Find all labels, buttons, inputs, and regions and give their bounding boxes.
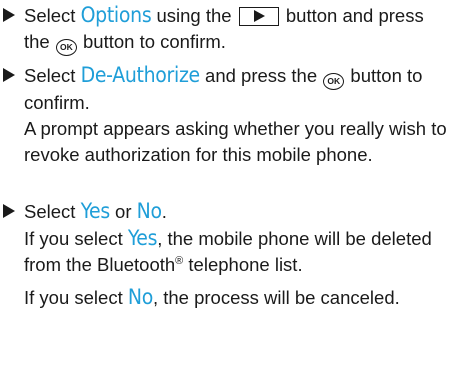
step-text-segment: , the process will be canceled. [152, 287, 400, 308]
highlight-yes: Yes [80, 199, 111, 223]
step-instruction: Select Yes or No. [24, 198, 454, 225]
step-text-segment: Select [24, 5, 81, 26]
step-text-segment: Select [24, 201, 81, 222]
highlight-options: Options [80, 3, 152, 27]
step-text-segment: . [161, 201, 167, 222]
step-text-segment: and press the [199, 65, 323, 86]
step-select-yes-or-no: Select Yes or No. If you select Yes, the… [0, 198, 460, 311]
step-instruction: Select De-Authorize and press the OK but… [24, 62, 454, 116]
step-text-segment: Select [24, 65, 81, 86]
step-text-segment: If you select [24, 228, 128, 249]
highlight-no: No [136, 199, 162, 223]
step-text-segment: If you select [24, 287, 128, 308]
step-text-segment: button to confirm. [77, 31, 226, 52]
bullet-arrow-icon [3, 204, 15, 218]
step-select-de-authorize: Select De-Authorize and press the OK but… [0, 62, 460, 168]
step-text: Select De-Authorize and press the OK but… [24, 62, 454, 168]
highlight-de-authorize: De-Authorize [80, 63, 201, 87]
instruction-page: Select Options using the button and pres… [0, 0, 460, 379]
bullet-arrow-icon [3, 68, 15, 82]
ok-button-icon: OK [55, 39, 77, 56]
highlight-yes: Yes [127, 226, 158, 250]
play-button-icon [238, 7, 279, 26]
step-text-segment: using the [151, 5, 237, 26]
step-result-yes: If you select Yes, the mobile phone will… [24, 225, 454, 278]
step-text-segment: telephone list. [183, 254, 303, 275]
highlight-no: No [127, 285, 153, 309]
step-text: Select Options using the button and pres… [24, 2, 454, 56]
step-text-segment: or [109, 201, 137, 222]
step-result-no: If you select No, the process will be ca… [24, 284, 454, 311]
step-select-options: Select Options using the button and pres… [0, 2, 460, 56]
bullet-arrow-icon [3, 8, 15, 22]
step-text: Select Yes or No. If you select Yes, the… [24, 198, 454, 311]
step-result-note: A prompt appears asking whether you real… [24, 118, 447, 165]
ok-button-icon: OK [323, 73, 345, 90]
